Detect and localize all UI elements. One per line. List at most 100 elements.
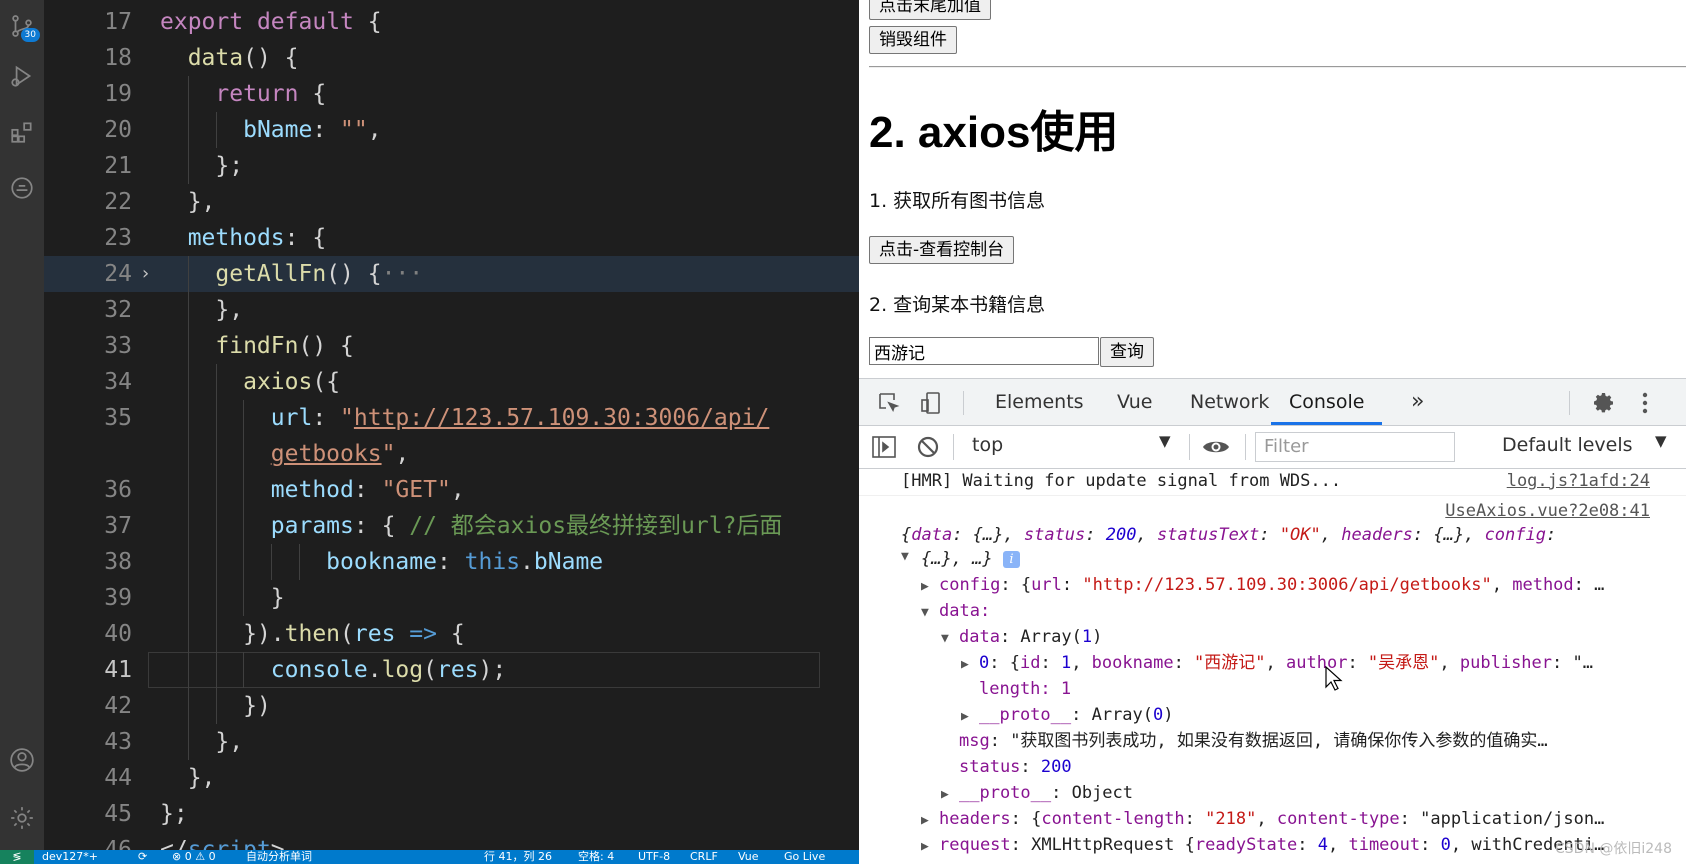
data-row[interactable]: ▼ data: <box>921 599 990 625</box>
code-line[interactable]: 45}; <box>44 796 859 832</box>
proto-array-text: __proto__: Array(0) <box>979 705 1174 725</box>
indent-guide <box>243 544 245 580</box>
go-live-button[interactable]: Go Live <box>784 850 825 864</box>
remote-indicator-icon[interactable]: ≶ <box>0 850 34 864</box>
array-item-row[interactable]: ▶ 0: {id: 1, bookname: "西游记", author: "吴承… <box>961 651 1593 677</box>
auto-analyze-status[interactable]: 自动分析单词 <box>246 850 312 864</box>
encoding-status[interactable]: UTF-8 <box>638 850 670 864</box>
code-line[interactable]: 41 console.log(res); <box>44 652 859 688</box>
console-hmr-message: [HMR] Waiting for update signal from WDS… <box>901 471 1342 491</box>
code-line[interactable]: 42 }) <box>44 688 859 724</box>
expanded-triangle-icon[interactable]: ▼ <box>901 549 919 564</box>
collapsed-triangle-icon: ▶ <box>941 787 949 802</box>
indent-status[interactable]: 空格: 4 <box>578 850 614 864</box>
inspect-element-icon[interactable] <box>875 389 903 417</box>
collapsed-triangle-icon: ▶ <box>961 657 969 672</box>
account-icon[interactable] <box>8 746 36 774</box>
eol-status[interactable]: CRLF <box>690 850 718 864</box>
view-console-button[interactable]: 点击-查看控制台 <box>869 236 1015 264</box>
code-line[interactable]: 24 › getAllFn() {··· <box>44 256 859 292</box>
more-tabs-button[interactable]: » <box>1411 379 1424 425</box>
console-filter-input[interactable]: Filter <box>1255 432 1455 462</box>
useaxios-source-link[interactable]: UseAxios.vue?2e08:41 <box>1445 499 1650 523</box>
code-line[interactable]: 33 findFn() { <box>44 328 859 364</box>
proto-object-row[interactable]: ▶ __proto__: Object <box>941 781 1133 807</box>
indent-guide <box>243 400 245 436</box>
array-item-text: 0: {id: 1, bookname: "西游记", author: "吴承恩… <box>979 653 1593 673</box>
data-array-row[interactable]: ▼ data: Array(1) <box>941 625 1102 651</box>
tab-console[interactable]: Console <box>1271 379 1383 425</box>
branch-status[interactable]: dev127*+ <box>42 850 98 864</box>
line-number: 34 <box>104 369 132 395</box>
code-line[interactable]: 32 }, <box>44 292 859 328</box>
remote-explorer-icon[interactable] <box>8 174 36 202</box>
info-icon[interactable]: i <box>1002 550 1020 568</box>
code-editor[interactable]: 17 export default {18 data() {19 return {… <box>44 0 859 863</box>
code-line[interactable]: 35 url: "http://123.57.109.30:3006/api/ <box>44 400 859 436</box>
code-text: } <box>270 585 285 611</box>
code-line[interactable]: 23 methods: { <box>44 220 859 256</box>
destroy-component-button[interactable]: 销毁组件 <box>869 26 957 54</box>
response-summary-line[interactable]: {data: {…}, status: 200, statusText: "OK… <box>901 523 1556 547</box>
indent-guide <box>215 688 217 724</box>
code-line[interactable]: 38 bookname: this.bName <box>44 544 859 580</box>
language-status[interactable]: Vue <box>738 850 759 864</box>
console-toolbar: top ▼ Filter Default levels ▼ <box>859 426 1686 469</box>
code-line[interactable]: 22 }, <box>44 184 859 220</box>
code-text: getbooks", <box>270 441 410 467</box>
book-name-input[interactable] <box>869 337 1099 365</box>
tab-separator <box>963 391 964 415</box>
code-line[interactable]: 37 params: { // 都会axios最终拼接到url?后面 <box>44 508 859 544</box>
live-expression-eye-icon[interactable] <box>1201 434 1231 460</box>
config-row[interactable]: ▶ config: {url: "http://123.57.109.30:300… <box>921 573 1604 599</box>
source-control-icon[interactable]: 30 <box>8 12 40 42</box>
code-line[interactable]: 18 data() { <box>44 40 859 76</box>
fold-chevron-icon[interactable]: › <box>140 256 151 292</box>
code-line[interactable]: 21 }; <box>44 148 859 184</box>
indent-guide <box>299 544 300 580</box>
hmr-source-link[interactable]: log.js?1afd:24 <box>1507 469 1650 493</box>
tab-elements[interactable]: Elements <box>995 379 1084 425</box>
problems-status[interactable]: ⊗ 0 ⚠ 0 <box>172 850 216 864</box>
log-levels-arrow-icon[interactable]: ▼ <box>1655 432 1667 450</box>
scm-badge: 30 <box>20 28 40 42</box>
settings-gear-icon[interactable] <box>8 804 36 832</box>
extensions-icon[interactable] <box>8 118 36 146</box>
cursor-position[interactable]: 行 41，列 26 <box>484 850 552 864</box>
code-text: bName: "", <box>243 117 382 143</box>
code-line[interactable]: 44 }, <box>44 760 859 796</box>
context-selector[interactable]: top <box>972 434 1003 456</box>
log-levels-dropdown[interactable]: Default levels <box>1502 434 1633 456</box>
sidebar-toggle-icon[interactable] <box>871 434 897 460</box>
code-line[interactable]: 39 } <box>44 580 859 616</box>
device-toolbar-icon[interactable] <box>917 389 945 417</box>
code-line[interactable]: 34 axios({ <box>44 364 859 400</box>
code-line[interactable]: 36 method: "GET", <box>44 472 859 508</box>
settings-gear-icon[interactable] <box>1590 389 1618 417</box>
headers-row[interactable]: ▶ headers: {content-length: "218", conten… <box>921 807 1604 833</box>
append-value-button[interactable]: 点击末尾加值 <box>869 0 991 20</box>
code-line[interactable]: 43 }, <box>44 724 859 760</box>
tab-network[interactable]: Network <box>1190 379 1269 425</box>
query-button[interactable]: 查询 <box>1100 337 1154 367</box>
code-line[interactable]: getbooks", <box>44 436 859 472</box>
code-text: params: { // 都会axios最终拼接到url?后面 <box>270 513 783 539</box>
code-line[interactable]: 20 bName: "", <box>44 112 859 148</box>
run-debug-icon[interactable] <box>8 62 36 90</box>
line-number: 22 <box>104 189 132 215</box>
headers-text: headers: {content-length: "218", content… <box>939 809 1605 829</box>
request-row[interactable]: ▶ request: XMLHttpRequest {readyState: 4,… <box>921 833 1604 859</box>
tab-vue[interactable]: Vue <box>1117 379 1152 425</box>
length-text: length: 1 <box>979 679 1072 699</box>
code-line[interactable]: 17 export default { <box>44 4 859 40</box>
indent-guide <box>215 652 217 688</box>
msg-row: msg: "获取图书列表成功, 如果没有数据返回, 请确保你传入参数的值确实… <box>959 729 1548 753</box>
sync-icon[interactable]: ⟳ <box>138 850 147 864</box>
indent-guide <box>215 580 217 616</box>
code-line[interactable]: 19 return { <box>44 76 859 112</box>
kebab-menu-icon[interactable] <box>1635 389 1655 417</box>
proto-array-row[interactable]: ▶ __proto__: Array(0) <box>961 703 1174 729</box>
code-line[interactable]: 40 }).then(res => { <box>44 616 859 652</box>
context-dropdown-icon[interactable]: ▼ <box>1159 432 1171 450</box>
clear-console-icon[interactable] <box>915 434 941 460</box>
